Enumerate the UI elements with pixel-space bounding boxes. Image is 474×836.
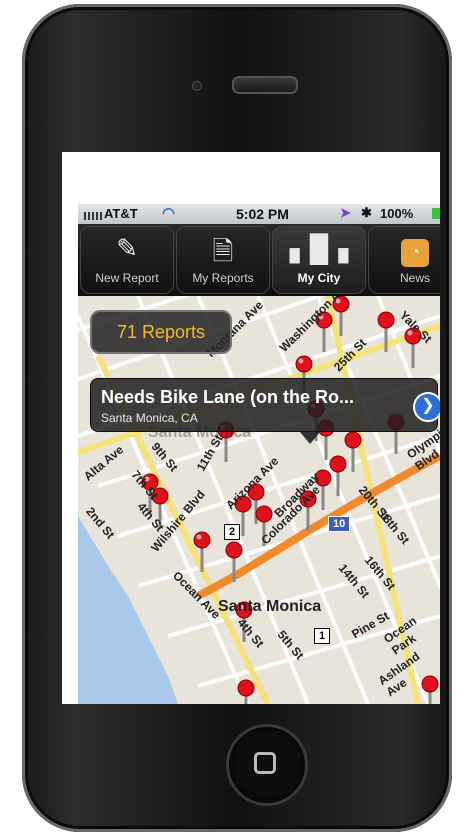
- pin-callout[interactable]: Needs Bike Lane (on the Ro... Santa Moni…: [90, 378, 440, 432]
- route-shield: 1: [314, 628, 331, 644]
- rss-icon: ◔: [369, 233, 440, 267]
- reports-count-badge[interactable]: 71 Reports: [90, 310, 232, 354]
- building-icon: ▖█▗: [289, 233, 349, 263]
- city-label: Santa Monica: [218, 598, 322, 615]
- tab-news[interactable]: ◔ News: [368, 226, 440, 294]
- carrier-label: AT&T: [104, 206, 138, 221]
- signal-bars-icon: [84, 212, 102, 220]
- callout-title: Needs Bike Lane (on the Ro...: [101, 387, 355, 407]
- tab-label: News: [399, 271, 430, 285]
- battery-percent: 100%: [380, 206, 414, 221]
- status-bar: AT&T ◠ 5:02 PM ➤ ✱ 100%: [78, 204, 440, 224]
- location-arrow-icon: ➤: [340, 205, 351, 220]
- tab-my-reports[interactable]: 🗎 My Reports: [176, 226, 270, 294]
- clock-label: 5:02 PM: [236, 206, 289, 222]
- bluetooth-icon: ✱: [361, 205, 372, 220]
- tab-label: My Reports: [192, 271, 254, 285]
- tab-my-city[interactable]: ▖█▗ My City: [272, 226, 366, 294]
- route-shield: 10: [328, 516, 351, 532]
- speaker-grille: [232, 76, 298, 94]
- callout-pointer: [300, 432, 320, 444]
- route-shield: 2: [224, 524, 241, 540]
- home-square-icon: [254, 752, 276, 774]
- pencil-icon: ✎: [116, 233, 138, 263]
- tab-new-report[interactable]: ✎ New Report: [80, 226, 174, 294]
- wifi-icon: ◠: [162, 205, 176, 222]
- app-screen: AT&T ◠ 5:02 PM ➤ ✱ 100% ✎ New Report 🗎 M…: [62, 152, 440, 704]
- tab-bar: ✎ New Report 🗎 My Reports ▖█▗ My City ◔ …: [78, 224, 440, 296]
- map-view[interactable]: Montana Ave Washington Ave 25th St Yale …: [78, 296, 440, 704]
- callout-subtitle: Santa Monica, CA: [101, 411, 198, 425]
- battery-icon: [432, 208, 440, 219]
- tab-label: My City: [297, 271, 341, 285]
- home-button[interactable]: [226, 724, 308, 806]
- disclosure-arrow-icon[interactable]: ❯: [413, 392, 440, 422]
- tab-label: New Report: [95, 271, 159, 285]
- camera-icon: [192, 81, 202, 91]
